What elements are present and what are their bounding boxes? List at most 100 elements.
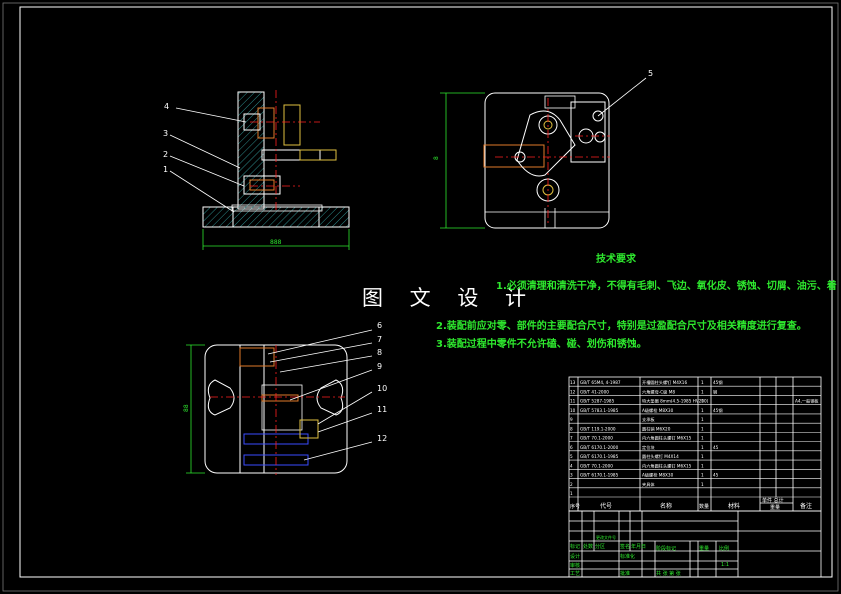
balloon-front-4: 1 [163, 165, 168, 174]
bom-cell-name: 夹具体 [642, 481, 655, 488]
bom-cell-mat: 钢 [713, 388, 717, 395]
bom-cell-code: GB/T 119.1-2000 [580, 426, 616, 431]
tb-zone: 分区 [595, 543, 605, 550]
front-view [169, 90, 350, 250]
bom-cell-qty: 1 [701, 399, 704, 404]
bom-cell-name: 特大垫圈 8mm(4.5-1985 HV200) [642, 398, 709, 405]
bom-cell-name: A级螺栓 M8X30 [642, 407, 674, 414]
bom-cell-code: GB/T 6170.1-2000 [580, 445, 619, 450]
side-view [440, 77, 647, 229]
bom-cell-code: GB/T 6170.1-1985 [580, 454, 619, 459]
bom-cell-no: 9 [570, 417, 573, 422]
bom-cell-code: GB/T 5783.1-1985 [580, 408, 619, 413]
balloon-bottom-7: 12 [377, 434, 387, 443]
bom-cell-qty: 1 [701, 445, 704, 450]
bom-cell-no: 6 [570, 445, 573, 450]
bom-cell-code: GB/T 6170.1-1985 [580, 473, 619, 478]
bom-cell-no: 4 [570, 463, 573, 468]
bom-cell-mat: 45 [713, 473, 719, 478]
tech-note-3: 3.装配过程中零件不允许磕、碰、划伤和锈蚀。 [436, 339, 647, 350]
tech-title: 技术要求 [596, 254, 636, 265]
bom-cell-mat: 45钢 [713, 379, 723, 386]
bom-cell-code: GB/T 65M4, 4-1987 [580, 380, 621, 385]
bom-h-no: 序号 [570, 503, 580, 510]
balloon-front-3: 2 [163, 150, 168, 159]
bom-cell-no: 12 [570, 389, 576, 394]
bom-cell-qty: 1 [701, 417, 704, 422]
bom-cell-no: 13 [570, 380, 576, 385]
balloon-front-2: 3 [163, 129, 168, 138]
balloon-bottom-2: 7 [377, 335, 382, 344]
bom-cell-qty: 1 [701, 473, 704, 478]
bom-cell-qty: 1 [701, 482, 704, 487]
tb-date: 年月日 [631, 543, 646, 550]
bom-cell-qty: 1 [701, 389, 704, 394]
tech-note-2: 2.装配前应对零、部件的主要配合尺寸，特别是过盈配合尺寸及相关精度进行复查。 [436, 321, 807, 332]
bom-h-weight2: 重量 [770, 504, 780, 511]
bom-cell-no: 11 [570, 399, 576, 404]
balloon-bottom-3: 8 [377, 348, 382, 357]
tb-scale-val: 1:1 [721, 562, 729, 568]
dim-bottom-height: 88 [183, 404, 190, 412]
bom-cell-name: A级螺栓 M8X30 [642, 472, 674, 479]
bom-cell-no: 5 [570, 454, 573, 459]
tb-sheet: 共 张 第 张 [656, 570, 681, 577]
bom-h-qty: 数量 [699, 503, 709, 510]
bom-cell-code: GB/T 70.1-2000 [580, 436, 613, 441]
bom-cell-code: GB/T 70.1-2000 [580, 463, 613, 468]
bom-cell-qty: 1 [701, 454, 704, 459]
tb-count: 处数 [583, 543, 593, 550]
balloon-bottom-6: 11 [377, 405, 387, 414]
bom-h-code: 代号 [600, 502, 612, 510]
bom-cell-name: 支承板 [642, 416, 655, 423]
bom-cell-qty: 1 [701, 426, 704, 431]
bom-cell-name: 六角螺母-C级 M8 [642, 388, 675, 395]
balloon-bottom-1: 6 [377, 321, 382, 330]
tech-note-1: 1.必须清理和清洗干净，不得有毛刺、飞边、氧化皮、锈蚀、切屑、油污、着 [496, 281, 837, 292]
title-block [568, 510, 822, 578]
bom-h-note: 备注 [800, 502, 812, 510]
tb-mark: 标记 [570, 543, 580, 550]
bom-cell-name: 定位块 [642, 444, 655, 451]
bom-cell-no: 8 [570, 426, 573, 431]
bom-cell-name: 圆柱销 M6X20 [642, 425, 671, 432]
bom-cell-qty: 1 [701, 436, 704, 441]
bom-cell-name: 内六角圆柱头螺钉 M6X15 [642, 462, 692, 469]
plan-view [186, 329, 373, 475]
tb-stage: 阶段标记 [656, 545, 676, 552]
balloon-top-1: 5 [648, 69, 653, 78]
bom-cell-no: 2 [570, 482, 573, 487]
bom-cell-qty: 1 [701, 408, 704, 413]
bom-rows: 13 GB/T 65M4, 4-1987 开槽圆柱头螺钉 M4X16 1 45钢12 GB… [569, 379, 821, 498]
bom-cell-mat: 45钢 [713, 407, 723, 414]
dim-top-height: 8 [433, 156, 440, 160]
dim-front-width: 888 [270, 239, 282, 246]
bom-cell-no: 10 [570, 408, 576, 413]
tb-scale: 比例 [719, 545, 729, 552]
tb-change: 更改文件号 [596, 534, 616, 540]
bom-h-name: 名称 [660, 502, 672, 510]
bom-cell-no: 1 [570, 491, 573, 496]
bom-h-weight: 单件 总计 [762, 497, 784, 504]
tb-review: 审核 [570, 562, 580, 569]
bom-cell-no: 7 [570, 436, 573, 441]
tb-design: 设计 [570, 553, 580, 560]
bom-h-mat: 材料 [728, 502, 740, 510]
balloon-bottom-4: 9 [377, 362, 382, 371]
tb-std: 标准化 [620, 553, 635, 560]
tb-sign: 签名 [620, 543, 630, 550]
bom-cell-qty: 1 [701, 380, 704, 385]
balloon-bottom-5: 10 [377, 384, 387, 393]
bom-cell-mat: 45 [713, 445, 719, 450]
bom-cell-name: 内六角圆柱头螺钉 M6X15 [642, 435, 692, 442]
bom-cell-note: A4,一般钢板 [795, 398, 819, 405]
bom-cell-no: 3 [570, 473, 573, 478]
bom-cell-name: 圆柱头螺钉 M4X14 [642, 453, 679, 460]
tb-approve: 批准 [620, 570, 630, 577]
bom-cell-code: GB/T 41-2000 [580, 389, 609, 394]
bom-cell-qty: 1 [701, 463, 704, 468]
tb-process: 工艺 [570, 571, 580, 577]
balloon-front-1: 4 [164, 102, 169, 111]
bom-cell-code: GB/T 5287-1985 [580, 399, 615, 404]
tb-weight: 重量 [699, 545, 709, 552]
